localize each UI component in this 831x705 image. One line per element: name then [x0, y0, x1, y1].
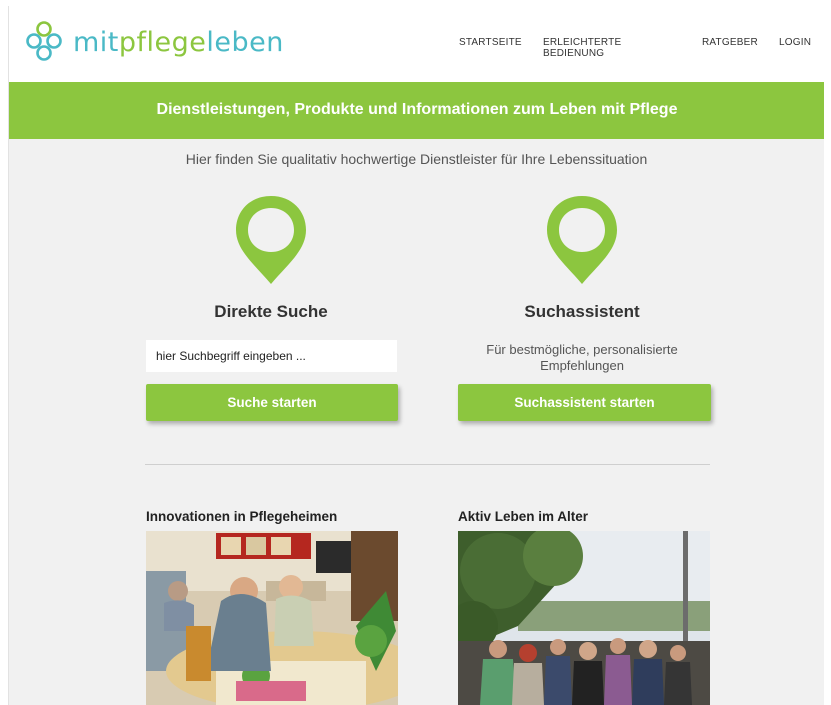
clover-logo-icon — [26, 21, 62, 61]
site-header: mitpflegeleben STARTSEITE ERLEICHTERTE B… — [9, 6, 824, 82]
article-title-aktiv-leben[interactable]: Aktiv Leben im Alter — [458, 509, 588, 524]
photo-care-home-image — [146, 531, 398, 705]
site-logo[interactable]: mitpflegeleben — [25, 20, 284, 64]
logo-wordmark: mitpflegeleben — [73, 26, 284, 58]
banner-text: Dienstleistungen, Produkte und Informati… — [156, 101, 678, 118]
photo-group-outdoor-image — [458, 531, 710, 705]
hero-banner: Dienstleistungen, Produkte und Informati… — [9, 82, 824, 139]
assistant-title: Suchassistent — [524, 302, 640, 321]
page-frame: mitpflegeleben STARTSEITE ERLEICHTERTE B… — [8, 6, 824, 705]
location-pin-icon — [547, 196, 617, 284]
section-divider — [145, 464, 710, 465]
article-image-pflegeheim[interactable] — [146, 531, 398, 705]
search-start-button[interactable]: Suche starten — [146, 384, 398, 421]
nav-login[interactable]: LOGIN — [779, 37, 819, 48]
nav-startseite[interactable]: STARTSEITE — [459, 37, 522, 48]
location-pin-icon — [236, 196, 306, 284]
assistant-description: Für bestmögliche, personalisierte Empfeh… — [486, 342, 678, 373]
article-title-innovationen[interactable]: Innovationen in Pflegeheimen — [146, 509, 337, 524]
direct-search-title: Direkte Suche — [214, 302, 328, 321]
nav-ratgeber[interactable]: RATGEBER — [702, 37, 762, 48]
assistant-start-button[interactable]: Suchassistent starten — [458, 384, 711, 421]
intro-text: Hier finden Sie qualitativ hochwertige D… — [185, 151, 648, 167]
nav-erleichterte-bedienung[interactable]: ERLEICHTERTE BEDIENUNG — [543, 37, 683, 59]
search-input[interactable] — [146, 340, 397, 372]
article-image-aktiv-leben[interactable] — [458, 531, 710, 705]
